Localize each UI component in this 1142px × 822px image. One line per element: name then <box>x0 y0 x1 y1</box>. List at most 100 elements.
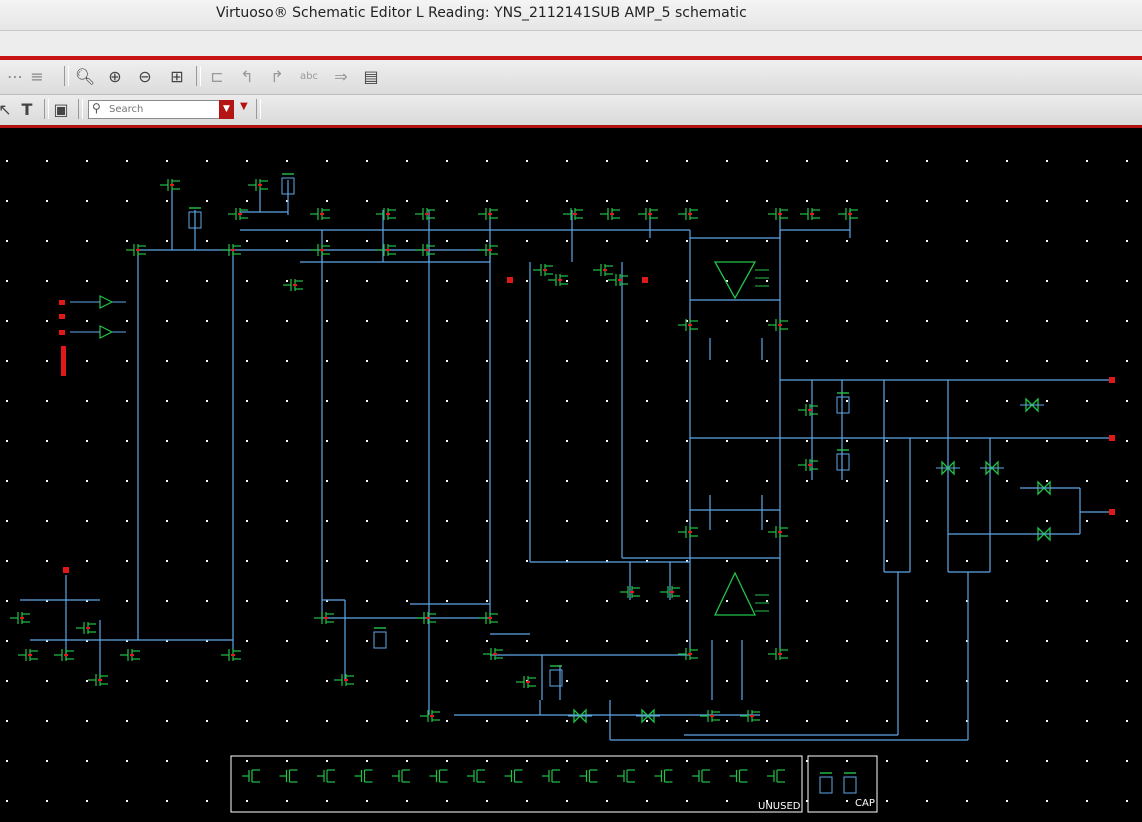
transmission-gate[interactable] <box>568 708 592 724</box>
toolbar-separator <box>196 66 201 86</box>
transistor[interactable] <box>415 208 435 220</box>
transistor[interactable] <box>678 526 698 538</box>
zoom-area-icon[interactable]: ⊞ <box>166 66 188 88</box>
transistor[interactable] <box>533 264 553 276</box>
distribute-icon[interactable]: ≡ <box>26 66 48 88</box>
unused-transistor[interactable] <box>467 769 485 783</box>
search-options-button[interactable]: ▼ <box>240 101 248 112</box>
transistor[interactable] <box>768 208 788 220</box>
io-pin[interactable] <box>63 567 69 573</box>
transistor[interactable] <box>548 274 568 286</box>
zoom-in-icon[interactable]: ⊕ <box>104 66 126 88</box>
transmission-gate[interactable] <box>1032 480 1056 496</box>
unused-transistor[interactable] <box>729 769 748 783</box>
transistor[interactable] <box>160 179 180 191</box>
text-icon[interactable]: T <box>16 99 38 121</box>
transistor[interactable] <box>478 612 498 624</box>
transistor[interactable] <box>608 274 628 286</box>
transistor[interactable] <box>700 710 720 722</box>
capacitor[interactable] <box>843 772 857 794</box>
transmission-gate[interactable] <box>1020 397 1044 413</box>
search-mode-icon[interactable]: ▣ <box>50 99 72 121</box>
bus-pin[interactable] <box>61 346 66 376</box>
unused-transistor[interactable] <box>429 769 448 783</box>
search-input[interactable] <box>109 102 217 117</box>
transistor[interactable] <box>18 649 38 661</box>
buffer[interactable] <box>70 295 126 309</box>
io-pin[interactable] <box>642 277 648 283</box>
capacitor[interactable] <box>373 627 387 649</box>
zoom-out-icon[interactable]: ⊖ <box>134 66 156 88</box>
transistor[interactable] <box>478 208 498 220</box>
transistor[interactable] <box>593 264 613 276</box>
zoom-fit-icon[interactable]: 🔍︎ <box>74 66 96 88</box>
buffer[interactable] <box>70 325 126 339</box>
transistor[interactable] <box>600 208 620 220</box>
transistor[interactable] <box>221 649 241 661</box>
search-dropdown-button[interactable]: ▼ <box>219 100 234 119</box>
transistor[interactable] <box>800 208 820 220</box>
transistor[interactable] <box>376 208 396 220</box>
op-amp[interactable] <box>713 261 769 300</box>
io-pin[interactable] <box>1109 377 1115 383</box>
capacitor[interactable] <box>819 772 833 794</box>
transistor[interactable] <box>248 179 268 191</box>
transistor[interactable] <box>563 208 583 220</box>
descend-icon[interactable]: ↰ <box>236 66 258 88</box>
unused-transistor[interactable] <box>542 769 560 783</box>
transistor[interactable] <box>638 208 658 220</box>
transistor[interactable] <box>420 710 440 722</box>
transistor[interactable] <box>768 319 788 331</box>
unused-transistor[interactable] <box>354 769 373 783</box>
transmission-gate[interactable] <box>1032 526 1056 542</box>
select-icon[interactable]: ↖ <box>0 99 16 121</box>
unused-transistor[interactable] <box>654 769 673 783</box>
op-amp[interactable] <box>713 571 769 616</box>
transistor[interactable] <box>54 649 74 661</box>
transmission-gate[interactable] <box>980 460 1004 476</box>
properties-icon[interactable]: ▤ <box>360 66 382 88</box>
search-field[interactable]: ⚲ <box>88 100 234 119</box>
unused-transistor[interactable] <box>692 769 710 783</box>
align-icon[interactable]: ⋯ <box>4 66 26 88</box>
unused-transistor[interactable] <box>617 769 635 783</box>
transistor[interactable] <box>678 648 698 660</box>
capacitor[interactable] <box>836 449 850 471</box>
unused-transistor[interactable] <box>767 769 785 783</box>
transistor[interactable] <box>768 648 788 660</box>
unused-transistor[interactable] <box>317 769 335 783</box>
io-pin[interactable] <box>1109 435 1115 441</box>
transistor[interactable] <box>768 526 788 538</box>
transistor[interactable] <box>798 459 818 471</box>
capacitor[interactable] <box>836 392 850 414</box>
input-pin[interactable] <box>59 330 65 335</box>
transistor[interactable] <box>478 244 498 256</box>
hierarchy-icon[interactable]: ⊏ <box>206 66 228 88</box>
schematic-canvas[interactable]: UNUSED CAP <box>0 128 1142 822</box>
transistor[interactable] <box>483 648 503 660</box>
unused-transistor[interactable] <box>392 769 410 783</box>
transistor[interactable] <box>10 612 30 624</box>
unused-transistor[interactable] <box>242 769 260 783</box>
transistor[interactable] <box>120 649 140 661</box>
transistor[interactable] <box>678 208 698 220</box>
transistor[interactable] <box>334 674 354 686</box>
io-pin[interactable] <box>507 277 513 283</box>
unused-transistor[interactable] <box>279 769 298 783</box>
transistor[interactable] <box>228 208 248 220</box>
ascend-icon[interactable]: ↱ <box>266 66 288 88</box>
input-pin[interactable] <box>59 314 65 319</box>
transistor[interactable] <box>740 710 760 722</box>
transistor[interactable] <box>798 404 818 416</box>
unused-transistor[interactable] <box>579 769 598 783</box>
label-icon[interactable]: abc <box>298 66 320 88</box>
io-pin[interactable] <box>1109 509 1115 515</box>
transistor[interactable] <box>76 622 96 634</box>
input-pin[interactable] <box>59 300 65 305</box>
pin-icon[interactable]: ⇒ <box>330 66 352 88</box>
transistor[interactable] <box>838 208 858 220</box>
transistor[interactable] <box>88 674 108 686</box>
unused-transistor[interactable] <box>504 769 523 783</box>
transistor[interactable] <box>310 208 330 220</box>
transistor[interactable] <box>516 676 536 688</box>
